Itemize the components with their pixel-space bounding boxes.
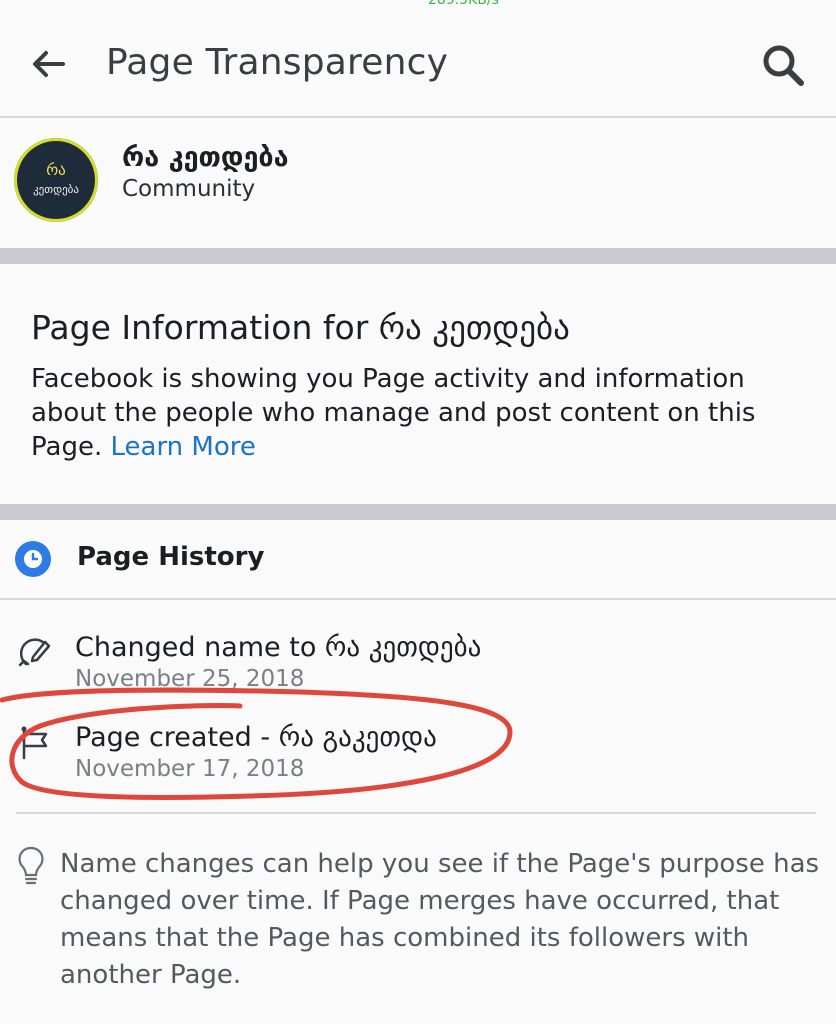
page-name[interactable]: რა კეთდება [122, 142, 289, 173]
history-event: Changed name to რა კეთდება November 25, … [0, 624, 836, 704]
avatar-logo-bottom: კეთდება [33, 183, 79, 196]
name-change-tip: Name changes can help you see if the Pag… [0, 842, 836, 1002]
top-bar: Page Transparency [0, 0, 836, 118]
edit-name-icon [18, 638, 51, 667]
page-information-heading: Page Information for რა კეთდება [31, 308, 570, 347]
page-information-description: Facebook is showing you Page activity an… [31, 362, 791, 464]
page-history-title: Page History [77, 542, 265, 572]
section-divider [0, 504, 836, 520]
search-icon [763, 45, 804, 86]
history-event-text: Page created - რა გაკეთდა [75, 722, 437, 753]
history-event-text: Changed name to რა კეთდება [75, 632, 482, 663]
back-button[interactable] [28, 44, 68, 84]
history-event-date: November 25, 2018 [75, 666, 305, 692]
avatar-logo-top: რა [46, 161, 66, 179]
page-history-header: Page History [0, 520, 836, 600]
tip-text: Name changes can help you see if the Pag… [60, 849, 820, 990]
flag-icon [21, 726, 48, 760]
history-event: Page created - რა გაკეთდა November 17, 2… [0, 714, 836, 794]
search-button[interactable] [760, 42, 806, 88]
arrow-left-icon [33, 51, 65, 77]
page-information-section: Page Information for რა კეთდება Facebook… [0, 264, 836, 504]
history-event-date: November 17, 2018 [75, 756, 305, 782]
clock-icon [15, 541, 51, 577]
page-category: Community [122, 176, 256, 202]
page-profile[interactable]: რა კეთდება რა კეთდება Community [0, 118, 836, 248]
learn-more-link[interactable]: Learn More [110, 432, 255, 462]
list-divider [16, 812, 816, 814]
avatar[interactable]: რა კეთდება [14, 138, 98, 222]
page-title: Page Transparency [106, 42, 449, 83]
lightbulb-icon [18, 846, 44, 885]
section-divider [0, 248, 836, 264]
